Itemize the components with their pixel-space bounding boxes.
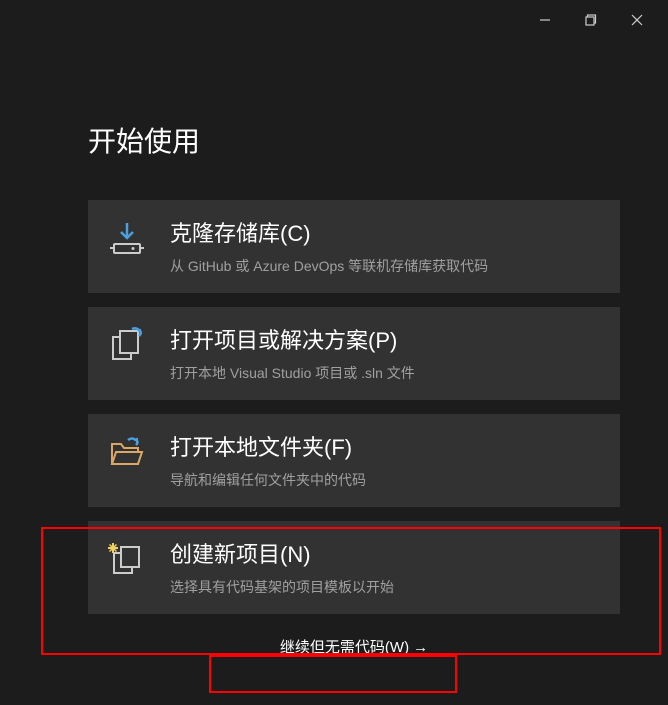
card-title: 克隆存储库(C): [170, 216, 600, 248]
open-folder-card[interactable]: 打开本地文件夹(F) 导航和编辑任何文件夹中的代码: [88, 414, 620, 507]
create-new-icon: [108, 541, 146, 579]
window-titlebar: [0, 0, 668, 40]
continue-label: 继续但无需代码(W): [280, 639, 409, 656]
card-text: 打开本地文件夹(F) 导航和编辑任何文件夹中的代码: [170, 430, 600, 491]
card-desc: 导航和编辑任何文件夹中的代码: [170, 470, 600, 491]
highlight-annotation-inner: [209, 655, 457, 693]
card-text: 打开项目或解决方案(P) 打开本地 Visual Studio 项目或 .sln…: [170, 323, 600, 384]
folder-icon: [108, 434, 146, 472]
main-content: 开始使用 克隆存储库(C) 从 GitHub 或 Azure DevOps 等联…: [0, 40, 668, 657]
continue-without-code-link[interactable]: 继续但无需代码(W)→: [88, 636, 620, 657]
card-desc: 打开本地 Visual Studio 项目或 .sln 文件: [170, 363, 600, 384]
maximize-button[interactable]: [568, 4, 614, 36]
section-title: 开始使用: [88, 120, 620, 160]
card-text: 克隆存储库(C) 从 GitHub 或 Azure DevOps 等联机存储库获…: [170, 216, 600, 277]
card-desc: 选择具有代码基架的项目模板以开始: [170, 577, 600, 598]
open-project-card[interactable]: 打开项目或解决方案(P) 打开本地 Visual Studio 项目或 .sln…: [88, 307, 620, 400]
clone-icon: [108, 220, 146, 258]
clone-repository-card[interactable]: 克隆存储库(C) 从 GitHub 或 Azure DevOps 等联机存储库获…: [88, 200, 620, 293]
create-new-project-card[interactable]: 创建新项目(N) 选择具有代码基架的项目模板以开始: [88, 521, 620, 614]
close-button[interactable]: [614, 4, 660, 36]
open-project-icon: [108, 327, 146, 365]
card-text: 创建新项目(N) 选择具有代码基架的项目模板以开始: [170, 537, 600, 598]
card-title: 打开项目或解决方案(P): [170, 323, 600, 355]
card-title: 创建新项目(N): [170, 537, 600, 569]
card-desc: 从 GitHub 或 Azure DevOps 等联机存储库获取代码: [170, 256, 600, 277]
minimize-button[interactable]: [522, 4, 568, 36]
card-title: 打开本地文件夹(F): [170, 430, 600, 462]
arrow-right-icon: →: [413, 639, 428, 656]
